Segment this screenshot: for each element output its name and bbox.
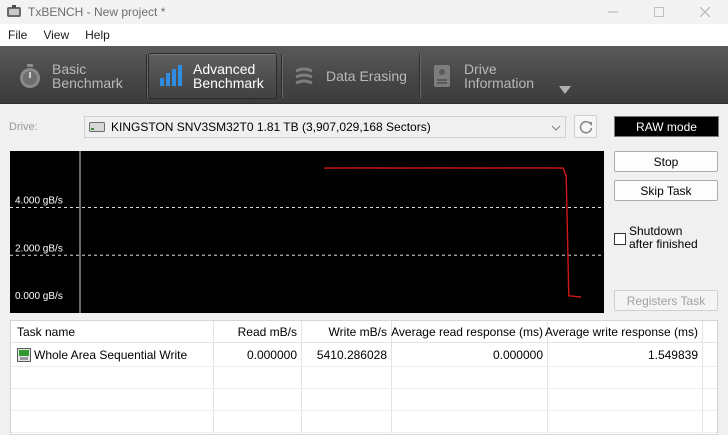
drive-select[interactable]: KINGSTON SNV3SM32T0 1.81 TB (3,907,029,1… (84, 116, 566, 138)
tab-advanced-line1: Advanced (193, 61, 256, 77)
refresh-icon (579, 120, 592, 134)
chevron-down-icon (551, 122, 561, 132)
skip-task-button[interactable]: Skip Task (614, 180, 718, 201)
graph-svg: 4.000 gB/s 2.000 gB/s 0.000 gB/s (10, 151, 604, 313)
row-divider (11, 388, 717, 389)
app-icon (6, 4, 22, 20)
tab-drive-line2: Information (464, 75, 535, 91)
title-bar: TxBENCH - New project * (0, 0, 728, 24)
toolbar-separator (419, 54, 420, 98)
stop-button[interactable]: Stop (614, 151, 718, 172)
y-tick-label: 4.000 gB/s (15, 196, 63, 207)
window-title: TxBENCH - New project * (28, 5, 166, 19)
menu-help[interactable]: Help (77, 28, 118, 42)
table-row[interactable]: Whole Area Sequential Write 0.000000 541… (11, 344, 717, 366)
bar-chart-icon (157, 62, 185, 90)
toolbar-separator (146, 54, 147, 98)
header-task-name[interactable]: Task name (17, 321, 75, 343)
header-write[interactable]: Write mB/s (301, 321, 387, 343)
shutdown-label: Shutdown after finished (629, 225, 698, 251)
refresh-button[interactable] (574, 115, 597, 138)
chevron-down-icon[interactable] (558, 84, 572, 94)
row-divider (11, 410, 717, 411)
app-window: TxBENCH - New project * File View Help B… (0, 0, 728, 435)
eraser-icon (290, 62, 318, 90)
menu-file[interactable]: File (0, 28, 35, 42)
tab-advanced-line2: Benchmark (193, 75, 264, 91)
y-tick-label: 0.000 gB/s (15, 291, 63, 302)
shutdown-label-line1: Shutdown (629, 224, 683, 238)
drive-selected-value: KINGSTON SNV3SM32T0 1.81 TB (3,907,029,1… (111, 120, 431, 134)
cell-task-name: Whole Area Sequential Write (34, 348, 188, 362)
tab-basic-benchmark[interactable]: Basic Benchmark (16, 53, 141, 99)
tab-data-erasing[interactable]: Data Erasing (290, 53, 416, 99)
series-line (324, 167, 582, 298)
toolbar: Basic Benchmark Advanced Benchmark Data … (0, 46, 728, 104)
tab-advanced-benchmark[interactable]: Advanced Benchmark (148, 53, 277, 99)
drive-label: Drive: (9, 121, 38, 133)
row-divider (11, 366, 717, 367)
window-controls (590, 0, 728, 24)
menu-view[interactable]: View (35, 28, 77, 42)
menu-bar: File View Help (0, 24, 728, 46)
drive-info-icon (428, 62, 456, 90)
stopwatch-icon (16, 62, 44, 90)
shutdown-option[interactable]: Shutdown after finished (614, 225, 724, 251)
tab-erasing-label: Data Erasing (326, 68, 407, 84)
task-table: Task name Read mB/s Write mB/s Average r… (10, 320, 718, 435)
table-header: Task name Read mB/s Write mB/s Average r… (11, 321, 717, 343)
write-task-icon (17, 348, 31, 362)
shutdown-label-line2: after finished (629, 237, 698, 251)
raw-mode-indicator[interactable]: RAW mode (614, 116, 719, 137)
tab-drive-line1: Drive (464, 61, 497, 77)
maximize-button[interactable] (636, 0, 682, 24)
minimize-button[interactable] (590, 0, 636, 24)
cell-task: Whole Area Sequential Write (17, 344, 187, 366)
toolbar-separator (281, 54, 282, 98)
registers-task-button[interactable]: Registers Task (614, 290, 718, 311)
header-avg-write[interactable]: Average write response (ms) (545, 321, 698, 343)
shutdown-checkbox[interactable] (614, 233, 626, 245)
disk-icon (89, 121, 105, 133)
cell-write: 5410.286028 (316, 348, 387, 362)
tab-basic-line1: Basic (52, 61, 87, 77)
header-avg-read[interactable]: Average read response (ms) (391, 321, 543, 343)
cell-avg-read: 0.000000 (492, 348, 543, 362)
y-tick-label: 2.000 gB/s (15, 243, 63, 254)
benchmark-graph: 4.000 gB/s 2.000 gB/s 0.000 gB/s (10, 151, 604, 313)
header-read[interactable]: Read mB/s (213, 321, 297, 343)
close-button[interactable] (682, 0, 728, 24)
cell-avg-write: 1.549839 (647, 348, 698, 362)
row-divider (11, 432, 717, 433)
tab-drive-information[interactable]: Drive Information (428, 53, 554, 99)
tab-basic-line2: Benchmark (52, 75, 123, 91)
cell-read: 0.000000 (246, 348, 297, 362)
